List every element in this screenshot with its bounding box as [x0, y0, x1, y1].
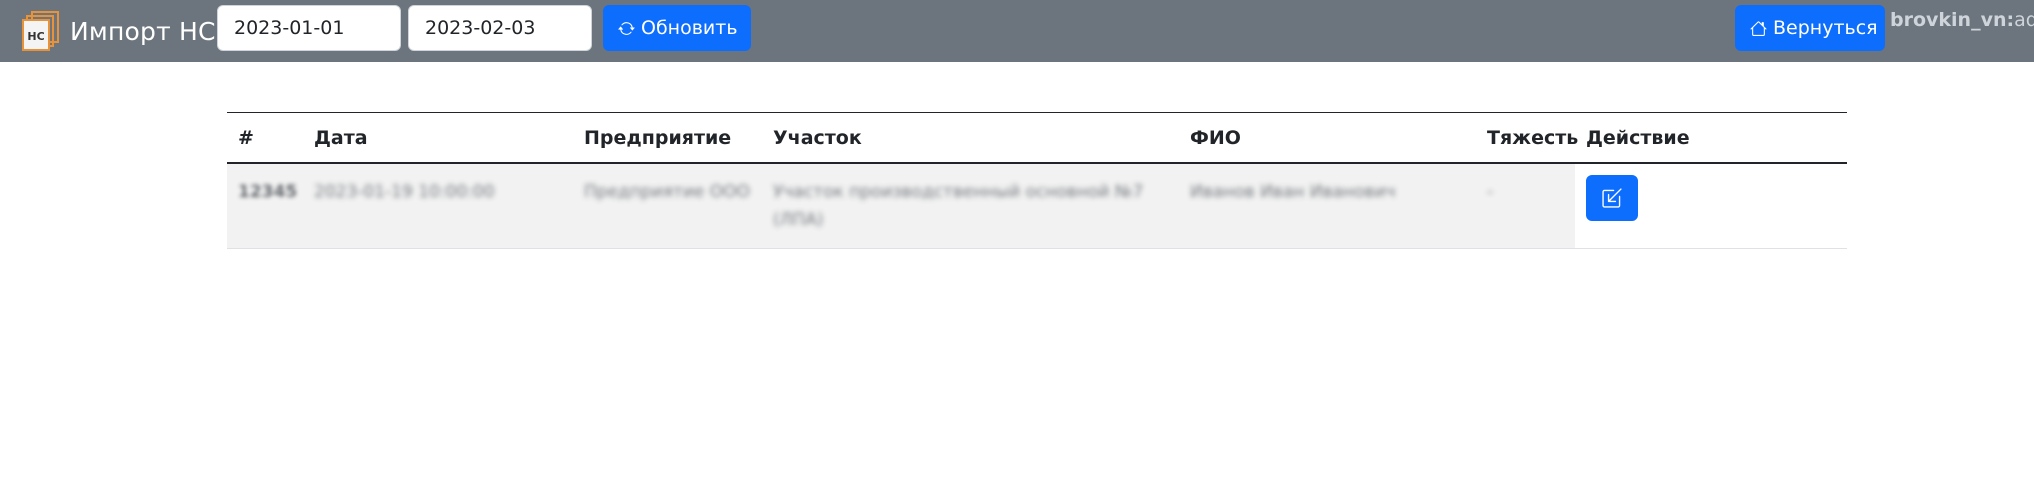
import-row-button[interactable] [1586, 175, 1638, 221]
refresh-button-label: Обновить [641, 17, 738, 39]
refresh-button[interactable]: Обновить [603, 5, 751, 51]
user-name: brovkin_vn [1890, 9, 2007, 31]
cell-severity: - [1476, 163, 1575, 249]
user-separator: : [2006, 9, 2015, 31]
cell-enterprise-value: Предприятие ООО [584, 182, 750, 202]
current-user: brovkin_vn:adm [1890, 9, 2034, 31]
cell-action [1575, 163, 1847, 249]
arrow-repeat-icon [618, 21, 635, 35]
column-header-date[interactable]: Дата [303, 113, 573, 164]
date-from-input[interactable] [217, 5, 401, 51]
date-to-input[interactable] [408, 5, 592, 51]
back-button[interactable]: Вернуться [1735, 5, 1885, 51]
cell-severity-value: - [1487, 182, 1494, 202]
incidents-table: # Дата Предприятие Участок ФИО Тяжесть Д… [227, 112, 1847, 249]
table-header: # Дата Предприятие Участок ФИО Тяжесть Д… [227, 112, 1847, 164]
cell-num-value: 12345 [238, 182, 298, 202]
incidents-table-container: # Дата Предприятие Участок ФИО Тяжесть Д… [227, 112, 1847, 249]
column-header-num[interactable]: # [227, 113, 303, 164]
cell-fio: Иванов Иван Иванович [1179, 163, 1476, 249]
app-title: Импорт НС [70, 16, 216, 46]
column-header-section[interactable]: Участок [762, 113, 1179, 164]
user-role: adm [2014, 9, 2034, 31]
column-header-action: Действие [1586, 127, 1690, 149]
house-icon [1750, 20, 1767, 36]
cell-date-value: 2023-01-19 10:00:00 [314, 182, 495, 202]
top-navbar: НС Импорт НС Обновить Вернуться brovkin_… [0, 0, 2034, 62]
app-logo-icon: НС [22, 11, 60, 51]
cell-num: 12345 [227, 163, 303, 249]
cell-enterprise: Предприятие ООО [573, 163, 762, 249]
back-button-label: Вернуться [1773, 17, 1878, 39]
cell-date: 2023-01-19 10:00:00 [303, 163, 573, 249]
brand[interactable]: НС Импорт НС [22, 8, 216, 54]
cell-section: Участок производственный основной №7 (ЛП… [762, 163, 1179, 249]
svg-text:НС: НС [27, 30, 44, 43]
box-arrow-in-down-left-icon [1602, 188, 1622, 208]
table-body: 12345 2023-01-19 10:00:00 Предприятие ОО… [227, 163, 1847, 249]
cell-section-value: Участок производственный основной №7 (ЛП… [773, 182, 1144, 230]
cell-fio-value: Иванов Иван Иванович [1190, 182, 1396, 202]
column-header-severity[interactable]: Тяжесть [1476, 113, 1578, 164]
column-header-enterprise[interactable]: Предприятие [573, 113, 762, 164]
column-header-fio[interactable]: ФИО [1179, 113, 1476, 164]
table-row: 12345 2023-01-19 10:00:00 Предприятие ОО… [227, 163, 1847, 249]
